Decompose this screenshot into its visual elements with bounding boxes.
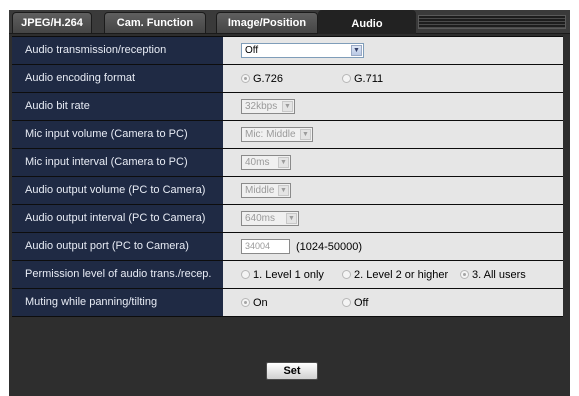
audio-bitrate-label: Audio bit rate: [12, 93, 223, 120]
mic-interval-selected: 40ms: [245, 157, 270, 168]
mic-volume-selected: Mic: Middle: [245, 129, 296, 140]
audio-bitrate-value: 32kbps ▼: [223, 93, 563, 120]
output-volume-value: Middle ▼: [223, 177, 563, 204]
set-button[interactable]: Set: [266, 362, 318, 380]
radio-icon[interactable]: [342, 270, 351, 279]
radio-icon[interactable]: [241, 74, 250, 83]
row-muting: Muting while panning/tilting On Off: [12, 289, 563, 317]
row-output-port: Audio output port (PC to Camera) 34004 (…: [12, 233, 563, 261]
permission-option-level2-label: 2. Level 2 or higher: [354, 268, 449, 281]
output-volume-label: Audio output volume (PC to Camera): [12, 177, 223, 204]
tab-bar: JPEG/H.264 Cam. Function Image/Position …: [9, 10, 570, 35]
encoding-option-g726-label: G.726: [253, 72, 283, 85]
audio-bitrate-select[interactable]: 32kbps ▼: [241, 99, 295, 114]
mic-interval-select[interactable]: 40ms ▼: [241, 155, 291, 170]
permission-option-all-users[interactable]: 3. All users: [460, 269, 526, 281]
permission-option-level2[interactable]: 2. Level 2 or higher: [342, 269, 460, 281]
audio-transmission-value: Off ▼: [223, 37, 563, 64]
output-interval-select[interactable]: 640ms ▼: [241, 211, 299, 226]
audio-bitrate-selected: 32kbps: [245, 101, 278, 112]
tab-jpeg-h264[interactable]: JPEG/H.264: [12, 12, 92, 33]
audio-transmission-label: Audio transmission/reception: [12, 37, 223, 64]
tab-audio[interactable]: Audio: [318, 10, 416, 35]
row-audio-bitrate: Audio bit rate 32kbps ▼: [12, 93, 563, 121]
tab-cam-function[interactable]: Cam. Function: [104, 12, 206, 33]
output-port-label: Audio output port (PC to Camera): [12, 233, 223, 260]
output-interval-selected: 640ms: [245, 213, 276, 224]
row-output-interval: Audio output interval (PC to Camera) 640…: [12, 205, 563, 233]
muting-label: Muting while panning/tilting: [12, 289, 223, 316]
audio-transmission-select[interactable]: Off ▼: [241, 43, 364, 58]
permission-level-value: 1. Level 1 only 2. Level 2 or higher 3. …: [223, 261, 563, 288]
row-mic-interval: Mic input interval (Camera to PC) 40ms ▼: [12, 149, 563, 177]
encoding-option-g726[interactable]: G.726: [241, 73, 342, 85]
mic-interval-label: Mic input interval (Camera to PC): [12, 149, 223, 176]
muting-option-on[interactable]: On: [241, 297, 342, 309]
output-volume-selected: Middle: [245, 185, 275, 196]
chevron-down-icon[interactable]: ▼: [278, 185, 289, 196]
radio-icon[interactable]: [342, 298, 351, 307]
radio-icon[interactable]: [241, 298, 250, 307]
tab-bar-filler: [418, 15, 566, 29]
radio-icon[interactable]: [241, 270, 250, 279]
encoding-option-g711[interactable]: G.711: [342, 73, 383, 85]
permission-option-all-users-label: 3. All users: [472, 268, 526, 281]
output-port-range: (1024-50000): [296, 240, 363, 253]
chevron-down-icon[interactable]: ▼: [278, 157, 289, 168]
chevron-down-icon[interactable]: ▼: [300, 129, 311, 140]
muting-option-on-label: On: [253, 296, 268, 309]
chevron-down-icon[interactable]: ▼: [282, 101, 293, 112]
mic-volume-select[interactable]: Mic: Middle ▼: [241, 127, 313, 142]
audio-encoding-label: Audio encoding format: [12, 65, 223, 92]
row-audio-transmission: Audio transmission/reception Off ▼: [12, 37, 563, 65]
output-interval-value: 640ms ▼: [223, 205, 563, 232]
mic-volume-value: Mic: Middle ▼: [223, 121, 563, 148]
audio-encoding-value: G.726 G.711: [223, 65, 563, 92]
permission-option-level1[interactable]: 1. Level 1 only: [241, 269, 342, 281]
chevron-down-icon[interactable]: ▼: [286, 213, 297, 224]
mic-volume-label: Mic input volume (Camera to PC): [12, 121, 223, 148]
tab-image-position[interactable]: Image/Position: [216, 12, 318, 33]
muting-option-off[interactable]: Off: [342, 297, 368, 309]
muting-option-off-label: Off: [354, 296, 369, 309]
radio-icon[interactable]: [460, 270, 469, 279]
encoding-option-g711-label: G.711: [354, 72, 384, 85]
output-volume-select[interactable]: Middle ▼: [241, 183, 291, 198]
permission-level-label: Permission level of audio trans./recep.: [12, 261, 223, 288]
audio-transmission-selected: Off: [245, 45, 259, 56]
chevron-down-icon[interactable]: ▼: [351, 45, 362, 56]
audio-settings-table: Audio transmission/reception Off ▼ Audio…: [12, 36, 563, 317]
radio-icon[interactable]: [342, 74, 351, 83]
output-port-value: 34004 (1024-50000): [223, 233, 563, 260]
row-mic-volume: Mic input volume (Camera to PC) Mic: Mid…: [12, 121, 563, 149]
mic-interval-value: 40ms ▼: [223, 149, 563, 176]
output-port-input[interactable]: 34004: [241, 239, 290, 254]
permission-option-level1-label: 1. Level 1 only: [253, 268, 324, 281]
row-output-volume: Audio output volume (PC to Camera) Middl…: [12, 177, 563, 205]
row-audio-encoding: Audio encoding format G.726 G.711: [12, 65, 563, 93]
muting-value: On Off: [223, 289, 563, 316]
row-permission-level: Permission level of audio trans./recep. …: [12, 261, 563, 289]
output-interval-label: Audio output interval (PC to Camera): [12, 205, 223, 232]
